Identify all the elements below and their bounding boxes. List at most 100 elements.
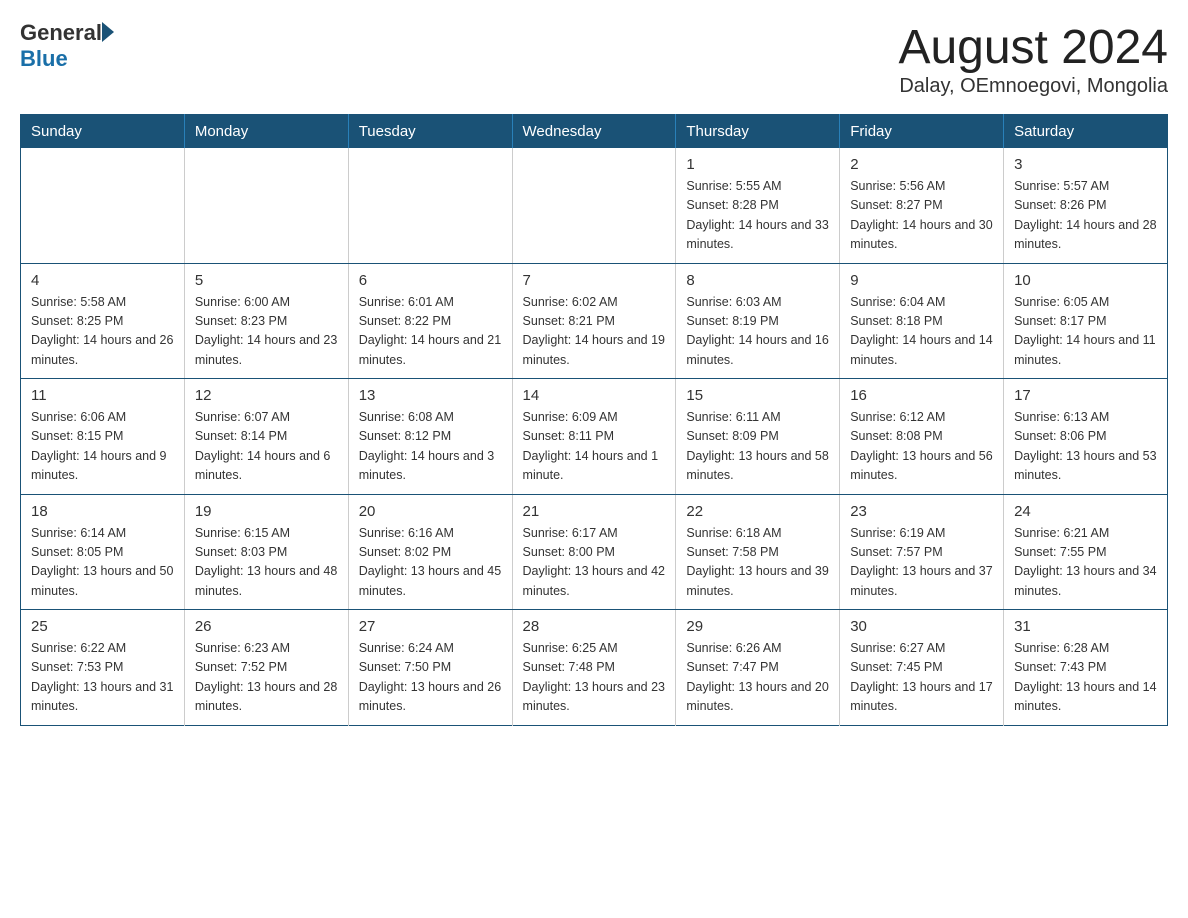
day-info: Sunrise: 6:19 AM Sunset: 7:57 PM Dayligh…: [850, 524, 993, 602]
calendar-cell-3-1: 11 Sunrise: 6:06 AM Sunset: 8:15 PM Dayli…: [21, 379, 185, 495]
day-number: 19: [195, 503, 338, 520]
calendar-cell-2-2: 5 Sunrise: 6:00 AM Sunset: 8:23 PM Daylig…: [184, 263, 348, 379]
day-number: 7: [523, 272, 666, 289]
day-info: Sunrise: 6:05 AM Sunset: 8:17 PM Dayligh…: [1014, 293, 1157, 371]
day-number: 23: [850, 503, 993, 520]
day-info: Sunrise: 5:55 AM Sunset: 8:28 PM Dayligh…: [686, 177, 829, 255]
day-number: 22: [686, 503, 829, 520]
calendar-cell-3-7: 17 Sunrise: 6:13 AM Sunset: 8:06 PM Dayli…: [1004, 379, 1168, 495]
page-title: August 2024: [898, 20, 1168, 75]
day-info: Sunrise: 6:26 AM Sunset: 7:47 PM Dayligh…: [686, 639, 829, 717]
calendar-cell-3-6: 16 Sunrise: 6:12 AM Sunset: 8:08 PM Dayli…: [840, 379, 1004, 495]
day-number: 3: [1014, 156, 1157, 173]
day-number: 17: [1014, 387, 1157, 404]
day-number: 25: [31, 618, 174, 635]
day-number: 11: [31, 387, 174, 404]
calendar-cell-4-2: 19 Sunrise: 6:15 AM Sunset: 8:03 PM Dayli…: [184, 494, 348, 610]
calendar-week-1: 1Sunrise: 5:55 AM Sunset: 8:28 PM Daylig…: [21, 148, 1168, 263]
day-info: Sunrise: 6:06 AM Sunset: 8:15 PM Dayligh…: [31, 408, 174, 486]
col-header-wednesday: Wednesday: [512, 115, 676, 149]
calendar-table: SundayMondayTuesdayWednesdayThursdayFrid…: [20, 114, 1168, 726]
day-info: Sunrise: 6:25 AM Sunset: 7:48 PM Dayligh…: [523, 639, 666, 717]
title-block: August 2024 Dalay, OEmnoegovi, Mongolia: [898, 20, 1168, 98]
day-info: Sunrise: 6:23 AM Sunset: 7:52 PM Dayligh…: [195, 639, 338, 717]
day-info: Sunrise: 6:14 AM Sunset: 8:05 PM Dayligh…: [31, 524, 174, 602]
day-number: 15: [686, 387, 829, 404]
day-number: 24: [1014, 503, 1157, 520]
day-info: Sunrise: 6:17 AM Sunset: 8:00 PM Dayligh…: [523, 524, 666, 602]
page-header: General Blue August 2024 Dalay, OEmnoego…: [20, 20, 1168, 98]
day-number: 26: [195, 618, 338, 635]
logo-general-text: General: [20, 20, 102, 46]
day-number: 9: [850, 272, 993, 289]
day-info: Sunrise: 6:03 AM Sunset: 8:19 PM Dayligh…: [686, 293, 829, 371]
day-info: Sunrise: 6:11 AM Sunset: 8:09 PM Dayligh…: [686, 408, 829, 486]
day-info: Sunrise: 6:07 AM Sunset: 8:14 PM Dayligh…: [195, 408, 338, 486]
calendar-cell-2-1: 4 Sunrise: 5:58 AM Sunset: 8:25 PM Daylig…: [21, 263, 185, 379]
calendar-cell-2-3: 6 Sunrise: 6:01 AM Sunset: 8:22 PM Daylig…: [348, 263, 512, 379]
day-info: Sunrise: 6:04 AM Sunset: 8:18 PM Dayligh…: [850, 293, 993, 371]
day-info: Sunrise: 6:12 AM Sunset: 8:08 PM Dayligh…: [850, 408, 993, 486]
day-number: 5: [195, 272, 338, 289]
day-info: Sunrise: 6:00 AM Sunset: 8:23 PM Dayligh…: [195, 293, 338, 371]
day-info: Sunrise: 6:01 AM Sunset: 8:22 PM Dayligh…: [359, 293, 502, 371]
calendar-cell-1-1: [21, 148, 185, 263]
day-info: Sunrise: 6:28 AM Sunset: 7:43 PM Dayligh…: [1014, 639, 1157, 717]
day-info: Sunrise: 5:58 AM Sunset: 8:25 PM Dayligh…: [31, 293, 174, 371]
day-info: Sunrise: 6:27 AM Sunset: 7:45 PM Dayligh…: [850, 639, 993, 717]
calendar-week-4: 18 Sunrise: 6:14 AM Sunset: 8:05 PM Dayli…: [21, 494, 1168, 610]
calendar-cell-5-1: 25 Sunrise: 6:22 AM Sunset: 7:53 PM Dayli…: [21, 610, 185, 726]
calendar-cell-3-2: 12 Sunrise: 6:07 AM Sunset: 8:14 PM Dayli…: [184, 379, 348, 495]
calendar-cell-1-3: [348, 148, 512, 263]
calendar-cell-3-5: 15 Sunrise: 6:11 AM Sunset: 8:09 PM Dayli…: [676, 379, 840, 495]
day-info: Sunrise: 6:09 AM Sunset: 8:11 PM Dayligh…: [523, 408, 666, 486]
calendar-cell-5-3: 27 Sunrise: 6:24 AM Sunset: 7:50 PM Dayli…: [348, 610, 512, 726]
day-info: Sunrise: 6:13 AM Sunset: 8:06 PM Dayligh…: [1014, 408, 1157, 486]
col-header-sunday: Sunday: [21, 115, 185, 149]
day-info: Sunrise: 6:24 AM Sunset: 7:50 PM Dayligh…: [359, 639, 502, 717]
col-header-thursday: Thursday: [676, 115, 840, 149]
day-info: Sunrise: 6:15 AM Sunset: 8:03 PM Dayligh…: [195, 524, 338, 602]
day-info: Sunrise: 5:57 AM Sunset: 8:26 PM Dayligh…: [1014, 177, 1157, 255]
day-number: 21: [523, 503, 666, 520]
day-info: Sunrise: 5:56 AM Sunset: 8:27 PM Dayligh…: [850, 177, 993, 255]
day-number: 29: [686, 618, 829, 635]
calendar-cell-5-6: 30 Sunrise: 6:27 AM Sunset: 7:45 PM Dayli…: [840, 610, 1004, 726]
calendar-cell-2-4: 7Sunrise: 6:02 AM Sunset: 8:21 PM Daylig…: [512, 263, 676, 379]
day-info: Sunrise: 6:18 AM Sunset: 7:58 PM Dayligh…: [686, 524, 829, 602]
calendar-cell-1-5: 1Sunrise: 5:55 AM Sunset: 8:28 PM Daylig…: [676, 148, 840, 263]
day-info: Sunrise: 6:16 AM Sunset: 8:02 PM Dayligh…: [359, 524, 502, 602]
calendar-cell-1-7: 3 Sunrise: 5:57 AM Sunset: 8:26 PM Daylig…: [1004, 148, 1168, 263]
calendar-cell-4-3: 20 Sunrise: 6:16 AM Sunset: 8:02 PM Dayli…: [348, 494, 512, 610]
day-info: Sunrise: 6:21 AM Sunset: 7:55 PM Dayligh…: [1014, 524, 1157, 602]
calendar-cell-4-4: 21 Sunrise: 6:17 AM Sunset: 8:00 PM Dayli…: [512, 494, 676, 610]
calendar-cell-1-6: 2 Sunrise: 5:56 AM Sunset: 8:27 PM Daylig…: [840, 148, 1004, 263]
day-number: 16: [850, 387, 993, 404]
calendar-cell-3-3: 13Sunrise: 6:08 AM Sunset: 8:12 PM Dayli…: [348, 379, 512, 495]
day-number: 20: [359, 503, 502, 520]
day-number: 2: [850, 156, 993, 173]
logo-arrow-icon: [102, 22, 114, 42]
calendar-cell-5-7: 31 Sunrise: 6:28 AM Sunset: 7:43 PM Dayli…: [1004, 610, 1168, 726]
day-number: 27: [359, 618, 502, 635]
day-number: 10: [1014, 272, 1157, 289]
calendar-cell-3-4: 14Sunrise: 6:09 AM Sunset: 8:11 PM Dayli…: [512, 379, 676, 495]
day-number: 4: [31, 272, 174, 289]
calendar-cell-4-1: 18 Sunrise: 6:14 AM Sunset: 8:05 PM Dayli…: [21, 494, 185, 610]
day-number: 31: [1014, 618, 1157, 635]
calendar-cell-4-7: 24 Sunrise: 6:21 AM Sunset: 7:55 PM Dayli…: [1004, 494, 1168, 610]
logo: General Blue: [20, 20, 114, 72]
day-number: 18: [31, 503, 174, 520]
day-info: Sunrise: 6:22 AM Sunset: 7:53 PM Dayligh…: [31, 639, 174, 717]
col-header-monday: Monday: [184, 115, 348, 149]
calendar-week-3: 11 Sunrise: 6:06 AM Sunset: 8:15 PM Dayli…: [21, 379, 1168, 495]
calendar-cell-1-4: [512, 148, 676, 263]
day-number: 8: [686, 272, 829, 289]
day-number: 30: [850, 618, 993, 635]
calendar-week-2: 4 Sunrise: 5:58 AM Sunset: 8:25 PM Daylig…: [21, 263, 1168, 379]
day-number: 12: [195, 387, 338, 404]
day-number: 6: [359, 272, 502, 289]
calendar-cell-2-7: 10 Sunrise: 6:05 AM Sunset: 8:17 PM Dayli…: [1004, 263, 1168, 379]
calendar-cell-4-6: 23 Sunrise: 6:19 AM Sunset: 7:57 PM Dayli…: [840, 494, 1004, 610]
calendar-cell-5-4: 28Sunrise: 6:25 AM Sunset: 7:48 PM Dayli…: [512, 610, 676, 726]
